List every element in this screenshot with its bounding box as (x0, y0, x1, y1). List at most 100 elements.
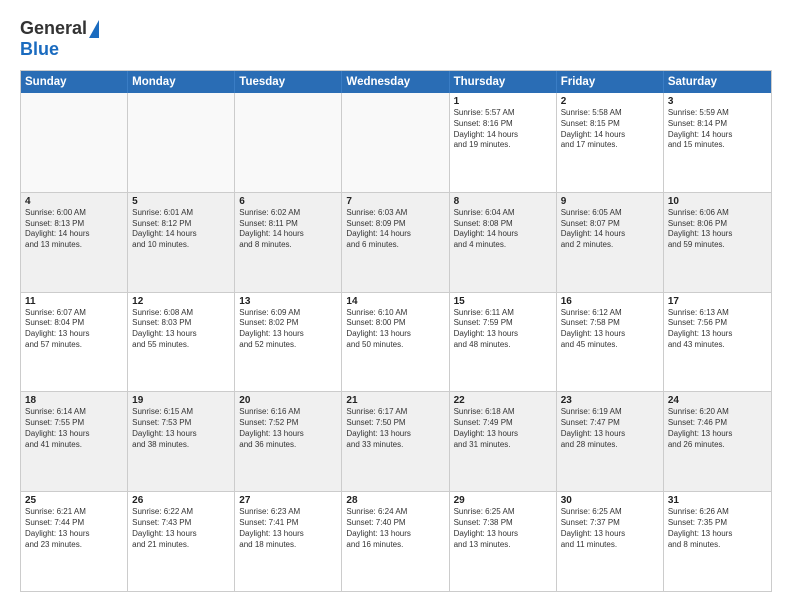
cell-info-text: Sunrise: 6:09 AM Sunset: 8:02 PM Dayligh… (239, 308, 337, 351)
calendar-cell: 4Sunrise: 6:00 AM Sunset: 8:13 PM Daylig… (21, 193, 128, 292)
calendar-cell: 7Sunrise: 6:03 AM Sunset: 8:09 PM Daylig… (342, 193, 449, 292)
cell-info-text: Sunrise: 6:05 AM Sunset: 8:07 PM Dayligh… (561, 208, 659, 251)
calendar-header-cell: Tuesday (235, 71, 342, 93)
calendar: SundayMondayTuesdayWednesdayThursdayFrid… (20, 70, 772, 592)
calendar-cell: 29Sunrise: 6:25 AM Sunset: 7:38 PM Dayli… (450, 492, 557, 591)
calendar-cell: 31Sunrise: 6:26 AM Sunset: 7:35 PM Dayli… (664, 492, 771, 591)
cell-info-text: Sunrise: 6:03 AM Sunset: 8:09 PM Dayligh… (346, 208, 444, 251)
day-number: 28 (346, 495, 444, 506)
calendar-header-cell: Sunday (21, 71, 128, 93)
cell-info-text: Sunrise: 6:11 AM Sunset: 7:59 PM Dayligh… (454, 308, 552, 351)
calendar-cell: 5Sunrise: 6:01 AM Sunset: 8:12 PM Daylig… (128, 193, 235, 292)
cell-info-text: Sunrise: 6:04 AM Sunset: 8:08 PM Dayligh… (454, 208, 552, 251)
header: General Blue (20, 18, 772, 60)
calendar-header-cell: Friday (557, 71, 664, 93)
calendar-cell: 17Sunrise: 6:13 AM Sunset: 7:56 PM Dayli… (664, 293, 771, 392)
calendar-cell: 1Sunrise: 5:57 AM Sunset: 8:16 PM Daylig… (450, 93, 557, 192)
day-number: 1 (454, 96, 552, 107)
day-number: 30 (561, 495, 659, 506)
calendar-row: 11Sunrise: 6:07 AM Sunset: 8:04 PM Dayli… (21, 292, 771, 392)
cell-info-text: Sunrise: 6:16 AM Sunset: 7:52 PM Dayligh… (239, 407, 337, 450)
cell-info-text: Sunrise: 6:25 AM Sunset: 7:37 PM Dayligh… (561, 507, 659, 550)
calendar-cell: 9Sunrise: 6:05 AM Sunset: 8:07 PM Daylig… (557, 193, 664, 292)
day-number: 2 (561, 96, 659, 107)
calendar-body: 1Sunrise: 5:57 AM Sunset: 8:16 PM Daylig… (21, 93, 771, 591)
calendar-cell (128, 93, 235, 192)
cell-info-text: Sunrise: 6:22 AM Sunset: 7:43 PM Dayligh… (132, 507, 230, 550)
cell-info-text: Sunrise: 6:06 AM Sunset: 8:06 PM Dayligh… (668, 208, 767, 251)
calendar-cell: 2Sunrise: 5:58 AM Sunset: 8:15 PM Daylig… (557, 93, 664, 192)
cell-info-text: Sunrise: 6:14 AM Sunset: 7:55 PM Dayligh… (25, 407, 123, 450)
cell-info-text: Sunrise: 6:12 AM Sunset: 7:58 PM Dayligh… (561, 308, 659, 351)
day-number: 13 (239, 296, 337, 307)
day-number: 16 (561, 296, 659, 307)
cell-info-text: Sunrise: 6:15 AM Sunset: 7:53 PM Dayligh… (132, 407, 230, 450)
day-number: 29 (454, 495, 552, 506)
day-number: 6 (239, 196, 337, 207)
cell-info-text: Sunrise: 6:08 AM Sunset: 8:03 PM Dayligh… (132, 308, 230, 351)
calendar-cell: 13Sunrise: 6:09 AM Sunset: 8:02 PM Dayli… (235, 293, 342, 392)
day-number: 7 (346, 196, 444, 207)
calendar-cell (342, 93, 449, 192)
calendar-cell: 28Sunrise: 6:24 AM Sunset: 7:40 PM Dayli… (342, 492, 449, 591)
cell-info-text: Sunrise: 6:07 AM Sunset: 8:04 PM Dayligh… (25, 308, 123, 351)
calendar-cell: 3Sunrise: 5:59 AM Sunset: 8:14 PM Daylig… (664, 93, 771, 192)
calendar-row: 4Sunrise: 6:00 AM Sunset: 8:13 PM Daylig… (21, 192, 771, 292)
day-number: 25 (25, 495, 123, 506)
cell-info-text: Sunrise: 6:02 AM Sunset: 8:11 PM Dayligh… (239, 208, 337, 251)
calendar-cell: 21Sunrise: 6:17 AM Sunset: 7:50 PM Dayli… (342, 392, 449, 491)
calendar-cell: 24Sunrise: 6:20 AM Sunset: 7:46 PM Dayli… (664, 392, 771, 491)
logo: General Blue (20, 18, 99, 60)
day-number: 27 (239, 495, 337, 506)
day-number: 18 (25, 395, 123, 406)
cell-info-text: Sunrise: 6:18 AM Sunset: 7:49 PM Dayligh… (454, 407, 552, 450)
day-number: 11 (25, 296, 123, 307)
calendar-cell: 30Sunrise: 6:25 AM Sunset: 7:37 PM Dayli… (557, 492, 664, 591)
calendar-row: 18Sunrise: 6:14 AM Sunset: 7:55 PM Dayli… (21, 391, 771, 491)
day-number: 22 (454, 395, 552, 406)
calendar-header-cell: Thursday (450, 71, 557, 93)
cell-info-text: Sunrise: 6:13 AM Sunset: 7:56 PM Dayligh… (668, 308, 767, 351)
logo-blue-text: Blue (20, 39, 59, 60)
day-number: 5 (132, 196, 230, 207)
calendar-cell: 12Sunrise: 6:08 AM Sunset: 8:03 PM Dayli… (128, 293, 235, 392)
calendar-cell: 14Sunrise: 6:10 AM Sunset: 8:00 PM Dayli… (342, 293, 449, 392)
calendar-cell: 8Sunrise: 6:04 AM Sunset: 8:08 PM Daylig… (450, 193, 557, 292)
calendar-cell: 27Sunrise: 6:23 AM Sunset: 7:41 PM Dayli… (235, 492, 342, 591)
day-number: 3 (668, 96, 767, 107)
calendar-row: 1Sunrise: 5:57 AM Sunset: 8:16 PM Daylig… (21, 93, 771, 192)
cell-info-text: Sunrise: 6:00 AM Sunset: 8:13 PM Dayligh… (25, 208, 123, 251)
day-number: 26 (132, 495, 230, 506)
calendar-cell: 10Sunrise: 6:06 AM Sunset: 8:06 PM Dayli… (664, 193, 771, 292)
calendar-cell: 20Sunrise: 6:16 AM Sunset: 7:52 PM Dayli… (235, 392, 342, 491)
calendar-cell (21, 93, 128, 192)
calendar-header-cell: Wednesday (342, 71, 449, 93)
cell-info-text: Sunrise: 5:57 AM Sunset: 8:16 PM Dayligh… (454, 108, 552, 151)
day-number: 23 (561, 395, 659, 406)
day-number: 10 (668, 196, 767, 207)
cell-info-text: Sunrise: 6:01 AM Sunset: 8:12 PM Dayligh… (132, 208, 230, 251)
day-number: 12 (132, 296, 230, 307)
cell-info-text: Sunrise: 6:19 AM Sunset: 7:47 PM Dayligh… (561, 407, 659, 450)
calendar-cell: 16Sunrise: 6:12 AM Sunset: 7:58 PM Dayli… (557, 293, 664, 392)
day-number: 20 (239, 395, 337, 406)
cell-info-text: Sunrise: 6:23 AM Sunset: 7:41 PM Dayligh… (239, 507, 337, 550)
cell-info-text: Sunrise: 6:26 AM Sunset: 7:35 PM Dayligh… (668, 507, 767, 550)
day-number: 4 (25, 196, 123, 207)
day-number: 15 (454, 296, 552, 307)
day-number: 31 (668, 495, 767, 506)
calendar-cell: 25Sunrise: 6:21 AM Sunset: 7:44 PM Dayli… (21, 492, 128, 591)
logo-triangle-icon (89, 20, 99, 38)
cell-info-text: Sunrise: 6:10 AM Sunset: 8:00 PM Dayligh… (346, 308, 444, 351)
calendar-cell: 22Sunrise: 6:18 AM Sunset: 7:49 PM Dayli… (450, 392, 557, 491)
day-number: 9 (561, 196, 659, 207)
calendar-cell: 15Sunrise: 6:11 AM Sunset: 7:59 PM Dayli… (450, 293, 557, 392)
calendar-cell: 23Sunrise: 6:19 AM Sunset: 7:47 PM Dayli… (557, 392, 664, 491)
day-number: 21 (346, 395, 444, 406)
day-number: 19 (132, 395, 230, 406)
calendar-cell: 19Sunrise: 6:15 AM Sunset: 7:53 PM Dayli… (128, 392, 235, 491)
cell-info-text: Sunrise: 6:24 AM Sunset: 7:40 PM Dayligh… (346, 507, 444, 550)
logo-general-text: General (20, 18, 87, 39)
calendar-row: 25Sunrise: 6:21 AM Sunset: 7:44 PM Dayli… (21, 491, 771, 591)
cell-info-text: Sunrise: 6:25 AM Sunset: 7:38 PM Dayligh… (454, 507, 552, 550)
